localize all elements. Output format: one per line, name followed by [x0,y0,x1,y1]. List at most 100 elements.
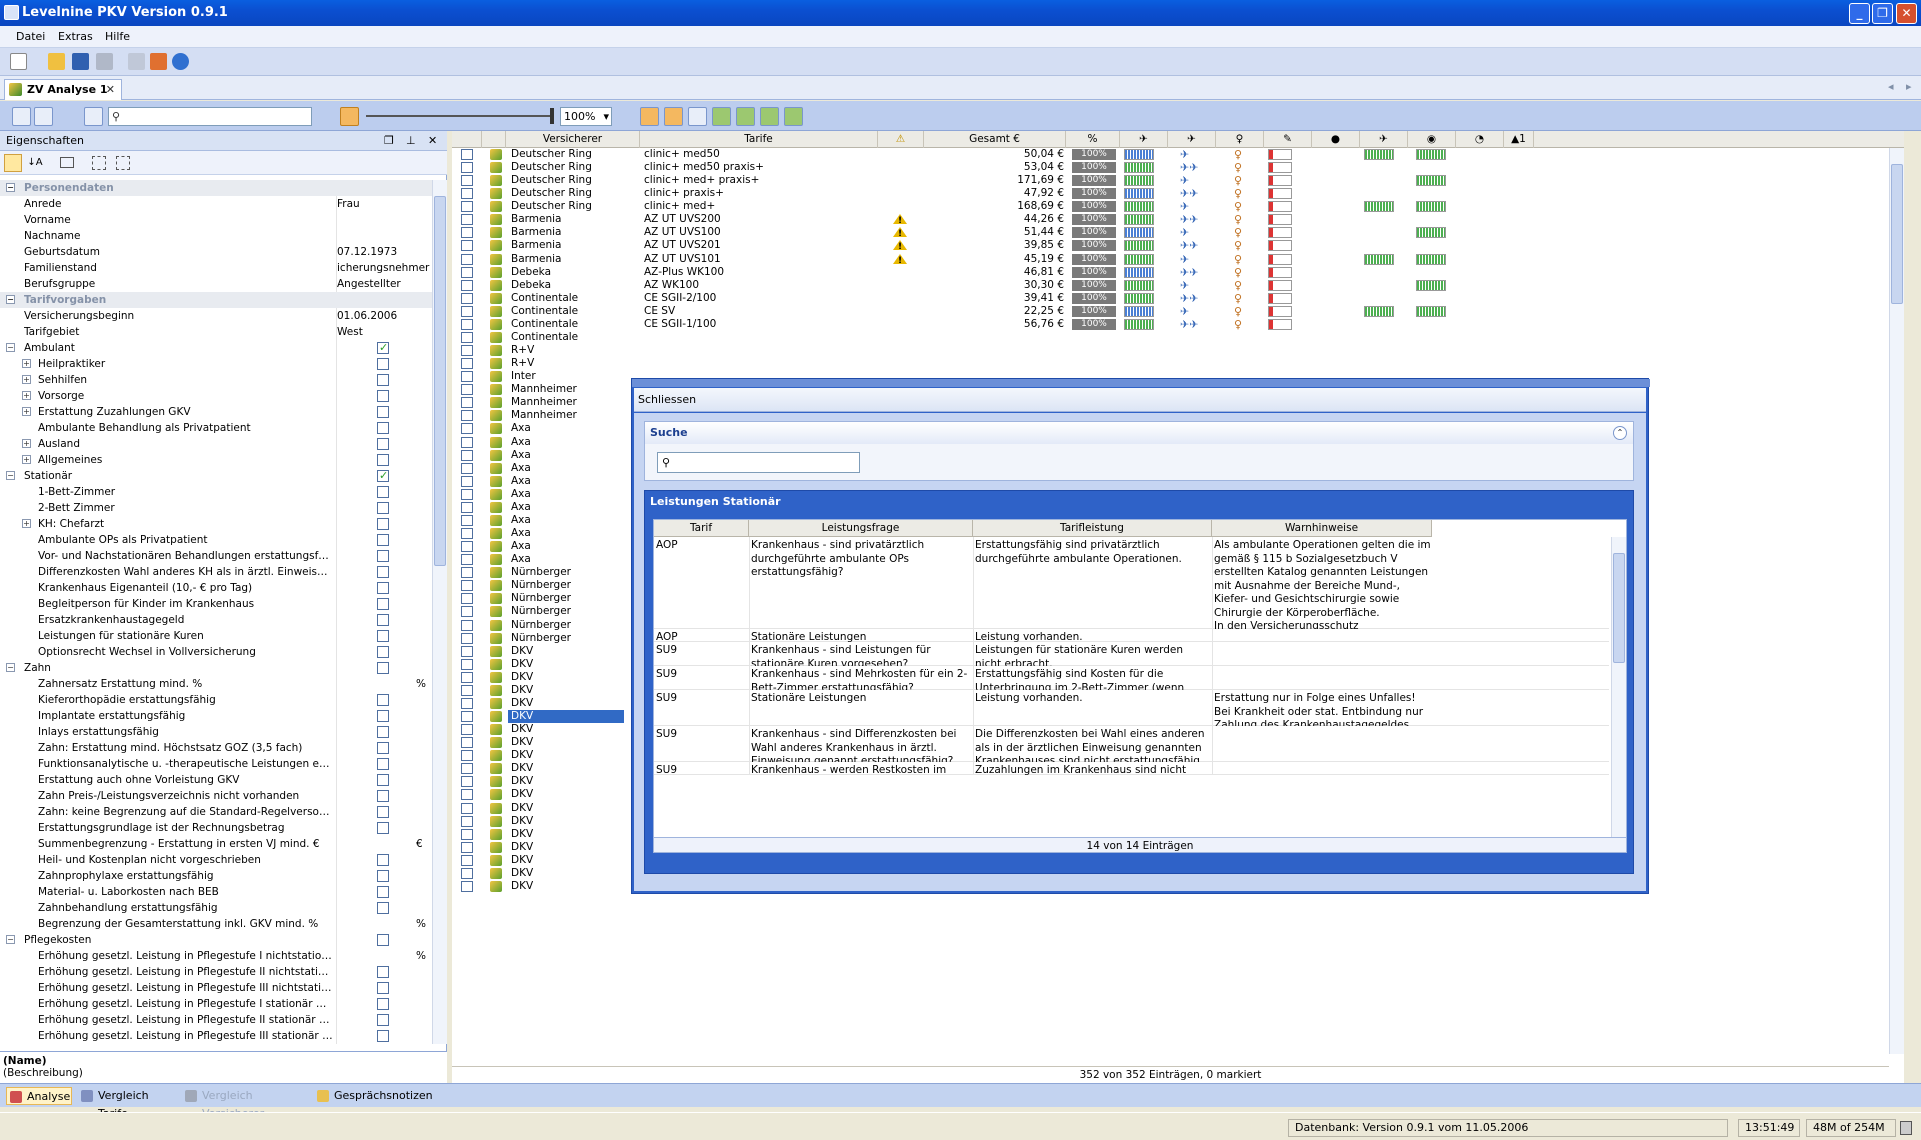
row-checkbox[interactable] [461,593,473,605]
property-row[interactable]: − Tarifvorgaben [0,292,432,308]
col-leistungsfrage[interactable]: Leistungsfrage [749,520,973,537]
leistung-row[interactable]: SU9 Krankenhaus - sind Mehrkosten für ein… [654,666,1609,690]
row-checkbox[interactable] [461,384,473,396]
property-value[interactable]: 07.12.1973 [337,244,431,260]
row-checkbox[interactable] [461,737,473,749]
grid-scrollbar[interactable] [1889,148,1904,1054]
property-row[interactable]: Inlays erstattungsfähig [0,724,432,740]
expand-toggle-icon[interactable]: + [22,391,31,400]
row-checkbox[interactable] [461,345,473,357]
property-checkbox[interactable] [377,438,389,450]
expand-toggle-icon[interactable]: + [22,439,31,448]
pencil-filter-icon[interactable] [664,107,683,126]
row-checkbox[interactable] [461,292,473,304]
expand-toggle-icon[interactable]: + [22,455,31,464]
col-percent[interactable]: % [1066,131,1120,148]
close-dialog-button[interactable]: Schliessen [634,388,1646,412]
expand-all-icon[interactable] [92,156,106,170]
phone-icon[interactable] [688,107,707,126]
property-checkbox[interactable] [377,790,389,802]
col-versicherer[interactable]: Versicherer [506,131,640,148]
property-checkbox[interactable] [377,550,389,562]
row-checkbox[interactable] [461,528,473,540]
zoom-select[interactable]: 100% ▾ [560,107,612,126]
collapse-toggle-icon[interactable]: − [6,343,15,352]
property-row[interactable]: Nachname [0,228,432,244]
col-warning[interactable]: ⚠ [878,131,924,148]
row-checkbox[interactable] [461,880,473,892]
property-checkbox[interactable] [377,422,389,434]
properties-scrollbar[interactable] [432,180,447,1044]
scrollbar-thumb[interactable] [1891,164,1903,304]
table-row[interactable]: Debeka AZ WK100 30,30 € 100% ✈ ♀ [452,279,1904,292]
property-checkbox[interactable] [377,646,389,658]
property-row[interactable]: Begleitperson für Kinder im Krankenhaus [0,596,432,612]
property-checkbox[interactable] [377,998,389,1010]
property-value[interactable]: icherungsnehmer [337,260,431,276]
leistung-row[interactable]: SU9 Stationäre Leistungen Leistung vorhand… [654,690,1609,726]
col-tarifleistung[interactable]: Tarifleistung [973,520,1212,537]
property-checkbox[interactable] [377,518,389,530]
property-row[interactable]: Zahnprophylaxe erstattungsfähig [0,868,432,884]
table-row[interactable]: Barmenia AZ UT UVS100 51,44 € 100% ✈ ♀ [452,226,1904,241]
row-checkbox[interactable] [461,567,473,579]
close-panel-icon[interactable]: ✕ [428,131,437,151]
property-row[interactable]: Erhöhung gesetzl. Leistung in Pflegestuf… [0,964,432,980]
row-checkbox[interactable] [461,201,473,213]
row-checkbox[interactable] [461,188,473,200]
close-window-button[interactable]: ✕ [1896,3,1917,24]
refresh-icon[interactable] [784,107,803,126]
open-folder-icon[interactable] [48,53,65,70]
property-checkbox[interactable] [377,934,389,946]
row-checkbox[interactable] [461,253,473,265]
property-row[interactable]: − Zahn [0,660,432,676]
menu-extras[interactable]: Extras [58,30,93,43]
property-checkbox[interactable] [377,390,389,402]
row-checkbox[interactable] [461,763,473,775]
row-checkbox[interactable] [461,697,473,709]
col-tooth-icon[interactable]: ● [1312,131,1360,148]
row-checkbox[interactable] [461,671,473,683]
property-checkbox[interactable] [377,454,389,466]
property-checkbox[interactable] [377,340,389,356]
property-row[interactable]: + Vorsorge [0,388,432,404]
property-row[interactable]: Implantate erstattungsfähig [0,708,432,724]
property-row[interactable]: Zahn: Erstattung mind. Höchstsatz GOZ (3… [0,740,432,756]
table-row[interactable]: Continentale [452,331,1904,344]
row-checkbox[interactable] [461,240,473,252]
row-checkbox[interactable] [461,436,473,448]
help-icon[interactable] [172,53,189,70]
row-checkbox[interactable] [461,541,473,553]
property-checkbox[interactable] [377,774,389,786]
property-value[interactable]: West [337,324,431,340]
row-checkbox[interactable] [461,867,473,879]
property-checkbox[interactable] [377,468,389,484]
transfer-icon[interactable] [760,107,779,126]
scrollbar-thumb[interactable] [1613,553,1625,663]
row-checkbox[interactable] [461,854,473,866]
property-row[interactable]: Tarifgebiet West [0,324,432,340]
property-row[interactable]: Begrenzung der Gesamterstattung inkl. GK… [0,916,432,932]
row-checkbox[interactable] [461,397,473,409]
col-globe-icon[interactable]: ◉ [1408,131,1456,148]
property-row[interactable]: Erhöhung gesetzl. Leistung in Pflegestuf… [0,980,432,996]
property-checkbox[interactable] [377,854,389,866]
row-checkbox[interactable] [461,175,473,187]
property-row[interactable]: − Pflegekosten [0,932,432,948]
zoom-slider-handle[interactable] [550,108,554,124]
row-checkbox[interactable] [461,149,473,160]
property-row[interactable]: Familienstand icherungsnehmer [0,260,432,276]
col-gesamt[interactable]: Gesamt € [924,131,1066,148]
tools-icon[interactable] [128,53,145,70]
table-row[interactable]: Deutscher Ring clinic+ med50 praxis+ 53,04… [452,161,1904,174]
leistung-row[interactable]: AOP Stationäre Leistungen Leistung vorhand… [654,629,1609,642]
property-checkbox[interactable] [377,822,389,834]
row-checkbox[interactable] [461,580,473,592]
property-row[interactable]: Kieferorthopädie erstattungsfähig [0,692,432,708]
property-checkbox[interactable] [377,406,389,418]
table-row[interactable]: Deutscher Ring clinic+ praxis+ 47,92 € 100%… [452,187,1904,200]
property-pages-icon[interactable] [60,157,74,168]
leistung-row[interactable]: SU9 Krankenhaus - werden Restkosten im Kr… [654,762,1609,775]
table-row[interactable]: Deutscher Ring clinic+ med+ praxis+ 171,69… [452,174,1904,187]
property-row[interactable]: Material- u. Laborkosten nach BEB [0,884,432,900]
